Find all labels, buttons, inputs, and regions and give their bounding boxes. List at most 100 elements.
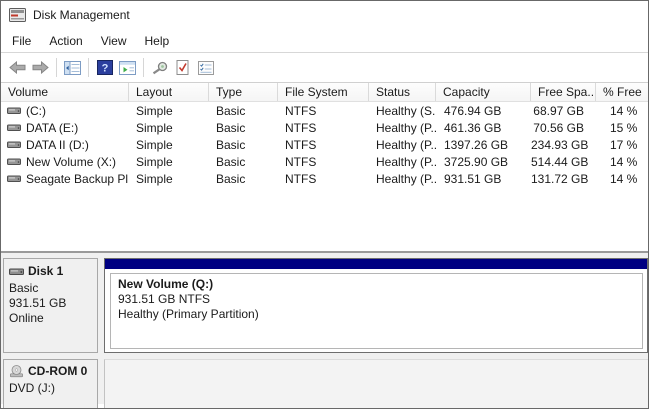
status-cell: Healthy (P... (376, 137, 436, 152)
show-console-tree-button[interactable] (61, 56, 84, 80)
cd-rom-media-area[interactable] (104, 359, 648, 408)
cd-rom-name: CD-ROM 0 (28, 364, 88, 378)
disk-1-info-panel[interactable]: Disk 1 Basic 931.51 GB Online (3, 258, 98, 353)
file-system-cell: NTFS (285, 137, 317, 152)
layout-cell: Simple (136, 103, 173, 118)
file-system-cell: NTFS (285, 120, 317, 135)
partition-name: New Volume (Q:) (118, 277, 214, 291)
checklist-icon (197, 60, 214, 75)
volume-name-cell: DATA (E:) (1, 121, 129, 135)
capacity-cell: 3725.90 GB (444, 154, 509, 169)
capacity-cell: 476.94 GB (444, 103, 502, 118)
disk-kind: Basic (9, 281, 39, 295)
volume-row-seagate-backup[interactable]: Seagate Backup Pl... Simple Basic NTFS H… (1, 170, 648, 187)
free-space-cell: 131.72 GB (531, 171, 589, 186)
help-button[interactable]: ? (93, 56, 116, 80)
disk-icon (9, 268, 24, 276)
status-cell: Healthy (S... (376, 103, 436, 118)
check-document-button[interactable] (171, 56, 194, 80)
menu-help[interactable]: Help (136, 29, 179, 52)
menu-action[interactable]: Action (40, 29, 91, 52)
type-cell: Basic (216, 154, 246, 169)
pct-free-cell: 15 % (610, 120, 638, 135)
pct-free-cell: 14 % (610, 154, 638, 169)
volume-name-cell: Seagate Backup Pl... (1, 172, 129, 186)
window-title: Disk Management (33, 8, 130, 22)
volume-row-new-volume-x[interactable]: New Volume (X:) Simple Basic NTFS Health… (1, 153, 648, 170)
title-bar: Disk Management (1, 1, 648, 29)
status-cell: Healthy (P... (376, 171, 436, 186)
type-cell: Basic (216, 120, 246, 135)
column-header-file-system[interactable]: File System (278, 83, 369, 101)
cd-rom-row: CD-ROM 0 DVD (J:) (3, 359, 648, 408)
volume-name: DATA II (D:) (26, 137, 89, 152)
toolbar-separator (143, 58, 144, 77)
volume-row-data-e[interactable]: DATA (E:) Simple Basic NTFS Healthy (P..… (1, 119, 648, 136)
help-icon: ? (96, 60, 113, 75)
column-header-type[interactable]: Type (209, 83, 278, 101)
disk-capacity: 931.51 GB (9, 296, 67, 310)
disk-management-window: Disk Management File Action View Help ? … (0, 0, 649, 409)
column-header-status[interactable]: Status (369, 83, 436, 101)
disk-volume-icon (7, 107, 21, 115)
capacity-cell: 931.51 GB (444, 171, 502, 186)
partition-new-volume-q[interactable]: New Volume (Q:) 931.51 GB NTFS Healthy (… (104, 258, 648, 353)
pct-free-cell: 17 % (610, 137, 638, 152)
disk-name: Disk 1 (28, 264, 64, 278)
cd-icon (9, 365, 24, 378)
volume-name: Seagate Backup Pl... (26, 171, 129, 186)
column-header-capacity[interactable]: Capacity (436, 83, 531, 101)
type-cell: Basic (216, 171, 246, 186)
properties-checklist-button[interactable] (194, 56, 217, 80)
cd-rom-info-panel[interactable]: CD-ROM 0 DVD (J:) (3, 359, 98, 408)
capacity-cell: 461.36 GB (444, 120, 502, 135)
disk-volume-icon (7, 141, 21, 149)
volume-name: New Volume (X:) (26, 154, 117, 169)
capacity-cell: 1397.26 GB (444, 137, 509, 152)
layout-cell: Simple (136, 120, 173, 135)
toolbar-separator (56, 58, 57, 77)
status-cell: Healthy (P... (376, 120, 436, 135)
partition-details: New Volume (Q:) 931.51 GB NTFS Healthy (… (110, 273, 643, 349)
volume-row-c[interactable]: (C:) Simple Basic NTFS Healthy (S... 476… (1, 102, 648, 119)
column-header-volume[interactable]: Volume (1, 83, 129, 101)
partition-size-fs: 931.51 GB NTFS (118, 292, 211, 306)
pct-free-cell: 14 % (610, 103, 638, 118)
action-pane-icon (119, 60, 136, 75)
check-document-icon (175, 60, 190, 75)
column-header-free-space[interactable]: Free Spa... (531, 83, 596, 101)
file-system-cell: NTFS (285, 154, 317, 169)
status-cell: Healthy (P... (376, 154, 436, 169)
toolbar: ? (1, 53, 648, 83)
menu-file[interactable]: File (3, 29, 40, 52)
menu-bar: File Action View Help (1, 29, 648, 53)
magnifier-tool-button[interactable] (148, 56, 171, 80)
layout-cell: Simple (136, 171, 173, 186)
column-header-layout[interactable]: Layout (129, 83, 209, 101)
layout-cell: Simple (136, 154, 173, 169)
disk-volume-icon (7, 124, 21, 132)
file-system-cell: NTFS (285, 171, 317, 186)
pct-free-cell: 14 % (610, 171, 638, 186)
partition-color-strip (105, 259, 647, 269)
console-tree-icon (64, 60, 81, 75)
show-action-pane-button[interactable] (116, 56, 139, 80)
free-space-cell: 234.93 GB (531, 137, 589, 152)
volume-name-cell: DATA II (D:) (1, 138, 129, 152)
graphical-view: Disk 1 Basic 931.51 GB Online New Volume… (1, 256, 648, 408)
file-system-cell: NTFS (285, 103, 317, 118)
back-button[interactable] (6, 56, 29, 80)
free-space-cell: 68.97 GB (533, 103, 584, 118)
toolbar-separator (88, 58, 89, 77)
type-cell: Basic (216, 103, 246, 118)
volume-name: DATA (E:) (26, 120, 79, 135)
volume-list-header: Volume Layout Type File System Status Ca… (1, 83, 648, 102)
menu-view[interactable]: View (92, 29, 136, 52)
volume-row-data-ii-d[interactable]: DATA II (D:) Simple Basic NTFS Healthy (… (1, 136, 648, 153)
disk-1-row: Disk 1 Basic 931.51 GB Online New Volume… (3, 258, 648, 353)
type-cell: Basic (216, 137, 246, 152)
forward-button[interactable] (29, 56, 52, 80)
column-header-pct-free[interactable]: % Free (596, 83, 648, 101)
cd-rom-media: DVD (J:) (9, 381, 55, 395)
free-space-cell: 70.56 GB (533, 120, 584, 135)
